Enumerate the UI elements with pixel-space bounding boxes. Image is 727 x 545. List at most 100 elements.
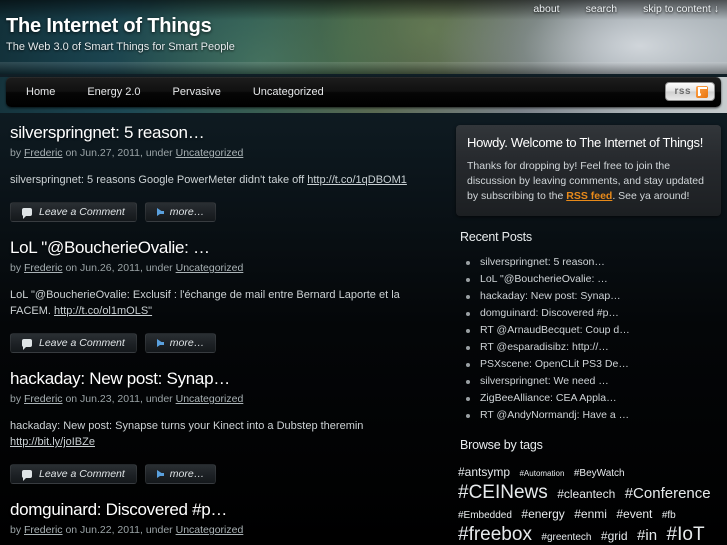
tag-link[interactable]: #IoT [667, 524, 705, 545]
tag-link[interactable]: #greentech [541, 532, 591, 543]
arrow-right-icon [156, 470, 164, 478]
recent-post-link[interactable]: ZigBeeAlliance: CEA Appla… [480, 392, 617, 404]
recent-post-link[interactable]: RT @AndyNormandj: Have a … [480, 409, 629, 421]
welcome-box: Howdy. Welcome to The Internet of Things… [456, 125, 721, 216]
list-item[interactable]: RT @AndyNormandj: Have a … [466, 407, 721, 424]
post-author-link[interactable]: Frederic [24, 262, 63, 274]
nav-item-energy[interactable]: Energy 2.0 [71, 77, 156, 107]
rss-feed-link[interactable]: RSS feed [566, 190, 612, 202]
recent-post-link[interactable]: LoL "@BoucherieOvalie: … [480, 273, 608, 285]
post-category-link[interactable]: Uncategorized [176, 393, 244, 405]
post-title[interactable]: LoL "@BoucherieOvalie: … [10, 238, 442, 258]
nav-item-pervasive[interactable]: Pervasive [157, 77, 237, 107]
leave-a-comment-label: Leave a Comment [39, 337, 125, 349]
post-item: silverspringnet: 5 reason… by Frederic o… [6, 113, 446, 228]
leave-a-comment-button[interactable]: Leave a Comment [10, 333, 137, 353]
post-author-link[interactable]: Frederic [24, 147, 63, 159]
main-navigation-bar: Home Energy 2.0 Pervasive Uncategorized … [0, 77, 727, 113]
leave-a-comment-button[interactable]: Leave a Comment [10, 202, 137, 222]
rss-icon [696, 85, 708, 98]
content-row: silverspringnet: 5 reason… by Frederic o… [0, 113, 727, 545]
tag-link[interactable]: #antsymp [458, 465, 510, 479]
tag-link[interactable]: #freebox [458, 524, 532, 545]
list-item[interactable]: hackaday: New post: Synap… [466, 288, 721, 305]
post-meta-by: by [10, 262, 22, 274]
post-excerpt-link[interactable]: http://t.co/ol1mOLS" [54, 305, 152, 317]
post-author-link[interactable]: Frederic [24, 524, 63, 536]
more-label: more… [169, 337, 205, 349]
top-nav-about[interactable]: about [533, 3, 559, 15]
rss-button[interactable]: rss [665, 82, 715, 101]
recent-post-link[interactable]: domguinard: Discovered #p… [480, 307, 619, 319]
post-excerpt: silverspringnet: 5 reasons Google PowerM… [10, 172, 442, 188]
post-title[interactable]: domguinard: Discovered #p… [10, 500, 442, 520]
post-excerpt-link[interactable]: http://t.co/1qDBOM1 [307, 174, 407, 186]
list-item[interactable]: domguinard: Discovered #p… [466, 305, 721, 322]
post-meta-date: on Jun.27, 2011, under [65, 147, 173, 159]
welcome-widget: Howdy. Welcome to The Internet of Things… [456, 125, 721, 216]
more-button[interactable]: more… [144, 202, 217, 222]
recent-post-link[interactable]: PSXscene: OpenCLit PS3 De… [480, 358, 629, 370]
recent-post-link[interactable]: hackaday: New post: Synap… [480, 290, 621, 302]
tag-link[interactable]: #Automation [519, 469, 564, 478]
rss-label: rss [674, 86, 691, 97]
tag-link[interactable]: #cleantech [557, 487, 615, 501]
post-meta: by Frederic on Jun.22, 2011, under Uncat… [10, 524, 442, 536]
recent-post-link[interactable]: RT @ArnaudBecquet: Coup d… [480, 324, 630, 336]
comment-bubble-icon [22, 470, 32, 481]
comment-bubble-icon [22, 208, 32, 219]
tag-link[interactable]: #CEINews [458, 482, 548, 503]
leave-a-comment-label: Leave a Comment [39, 468, 125, 480]
welcome-text-after: . See ya around! [612, 190, 690, 202]
main-column: silverspringnet: 5 reason… by Frederic o… [6, 113, 446, 545]
recent-post-link[interactable]: silverspringnet: We need … [480, 375, 609, 387]
post-excerpt-text: hackaday: New post: Synapse turns your K… [10, 420, 364, 432]
recent-posts-list: silverspringnet: 5 reason… LoL "@Boucher… [466, 254, 721, 424]
more-button[interactable]: more… [144, 333, 217, 353]
post-author-link[interactable]: Frederic [24, 393, 63, 405]
list-item[interactable]: RT @ArnaudBecquet: Coup d… [466, 322, 721, 339]
post-meta: by Frederic on Jun.23, 2011, under Uncat… [10, 393, 442, 405]
list-item[interactable]: RT @esparadisibz: http://… [466, 339, 721, 356]
post-excerpt: LoL "@BoucherieOvalie: Exclusif : l'écha… [10, 287, 442, 319]
post-meta-by: by [10, 147, 22, 159]
post-title[interactable]: hackaday: New post: Synap… [10, 369, 442, 389]
post-excerpt-link[interactable]: http://bit.ly/joIBZe [10, 436, 95, 448]
list-item[interactable]: ZigBeeAlliance: CEA Appla… [466, 390, 721, 407]
post-excerpt: hackaday: New post: Synapse turns your K… [10, 418, 442, 450]
tag-link[interactable]: #energy [521, 507, 564, 521]
top-nav-skip-to-content[interactable]: skip to content ↓ [643, 3, 719, 15]
tag-link[interactable]: #event [616, 507, 652, 521]
tag-link[interactable]: #BeyWatch [574, 468, 625, 479]
list-item[interactable]: LoL "@BoucherieOvalie: … [466, 271, 721, 288]
tag-link[interactable]: #Conference [625, 485, 711, 502]
list-item[interactable]: silverspringnet: 5 reason… [466, 254, 721, 271]
tag-cloud: #antsymp #Automation #BeyWatch #CEINews … [458, 462, 719, 545]
tag-link[interactable]: #fb [662, 510, 676, 521]
post-actions: Leave a Comment more… [10, 333, 442, 359]
site-description: The Web 3.0 of Smart Things for Smart Pe… [6, 41, 235, 53]
tag-link[interactable]: #grid [601, 529, 628, 543]
recent-posts-title: Recent Posts [460, 230, 532, 244]
list-item[interactable]: silverspringnet: We need … [466, 373, 721, 390]
more-label: more… [169, 468, 205, 480]
nav-item-home[interactable]: Home [10, 77, 71, 107]
leave-a-comment-button[interactable]: Leave a Comment [10, 464, 137, 484]
post-excerpt-text: silverspringnet: 5 reasons Google PowerM… [10, 174, 308, 186]
tag-link[interactable]: #Embedded [458, 510, 512, 521]
post-category-link[interactable]: Uncategorized [176, 147, 244, 159]
recent-post-link[interactable]: RT @esparadisibz: http://… [480, 341, 609, 353]
list-item[interactable]: PSXscene: OpenCLit PS3 De… [466, 356, 721, 373]
tag-link[interactable]: #enmi [574, 507, 607, 521]
post-actions: Leave a Comment more… [10, 464, 442, 490]
nav-item-uncategorized[interactable]: Uncategorized [237, 77, 340, 107]
tag-link[interactable]: #in [637, 527, 657, 544]
post-meta-by: by [10, 524, 22, 536]
more-button[interactable]: more… [144, 464, 217, 484]
top-nav-search[interactable]: search [586, 3, 618, 15]
recent-post-link[interactable]: silverspringnet: 5 reason… [480, 256, 605, 268]
post-title[interactable]: silverspringnet: 5 reason… [10, 123, 442, 143]
post-category-link[interactable]: Uncategorized [176, 262, 244, 274]
top-navigation: about search skip to content ↓ [533, 3, 719, 15]
post-category-link[interactable]: Uncategorized [176, 524, 244, 536]
